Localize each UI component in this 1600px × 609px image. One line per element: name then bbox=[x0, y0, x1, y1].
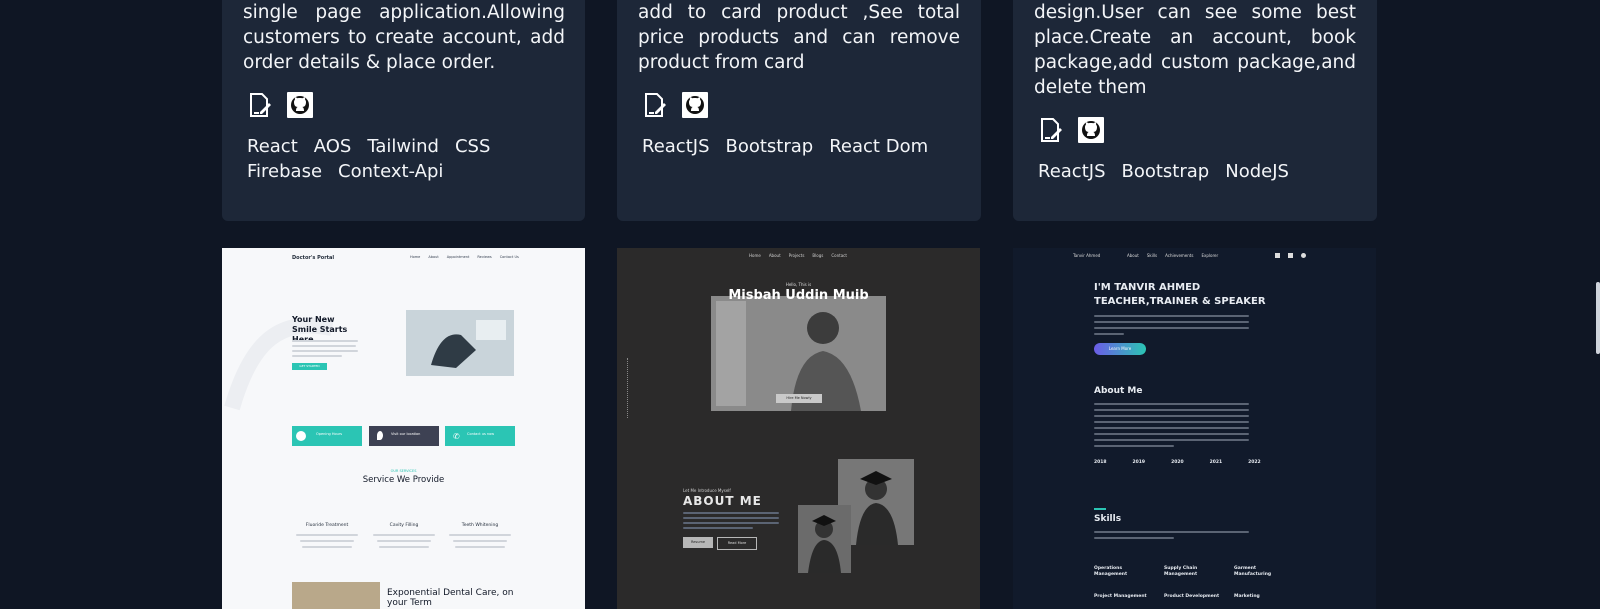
github-icon[interactable] bbox=[1078, 117, 1104, 143]
hire-me-button[interactable]: Hire Me Nowly bbox=[776, 394, 822, 403]
project-thumbnail-portfolio[interactable]: Home About Projects Blogs Contact Hello,… bbox=[617, 248, 980, 609]
social-links bbox=[1275, 253, 1306, 258]
nav-link: Contact bbox=[831, 253, 847, 258]
nav-link: Appointment bbox=[446, 255, 470, 259]
skill-item: Product Development bbox=[1164, 594, 1220, 599]
tech-tags: ReactJS Bootstrap React Dom bbox=[642, 137, 942, 156]
site-logo: Doctor's Portal bbox=[292, 255, 335, 261]
skill-item: Project Management bbox=[1094, 594, 1147, 599]
social-sidebar bbox=[627, 358, 629, 418]
tech-tag: ReactJS bbox=[642, 136, 710, 157]
timeline-year: 2019 bbox=[1132, 460, 1146, 465]
hero-get-started-button[interactable]: GET STARTED bbox=[292, 363, 327, 370]
github-icon[interactable] bbox=[287, 92, 313, 118]
tech-tag: Firebase bbox=[247, 161, 323, 182]
project-card-2: add to card product ,See total price pro… bbox=[617, 0, 981, 221]
hero-line-2: TEACHER,TRAINER & SPEAKER bbox=[1094, 296, 1266, 307]
hero-line-1: I'M TANVIR AHMED bbox=[1094, 282, 1201, 293]
tech-tag: Bootstrap bbox=[725, 136, 814, 157]
timeline-year: 2020 bbox=[1171, 460, 1184, 465]
tech-tag: Context-Api bbox=[338, 161, 444, 182]
nav-link: Reviews bbox=[477, 255, 492, 259]
tech-tag: React Dom bbox=[829, 136, 929, 157]
tech-tag: React bbox=[247, 136, 298, 157]
project-card-1: single page application.Allowing custome… bbox=[222, 0, 585, 221]
info-card-contact: ✆ Contact us now bbox=[445, 426, 515, 446]
dental-care-title: Exponential Dental Care, on your Term bbox=[387, 588, 514, 608]
edit-document-icon[interactable] bbox=[247, 92, 273, 118]
graduation-photo-2 bbox=[798, 505, 851, 573]
project-description: design.User can see some best place.Crea… bbox=[1034, 2, 1356, 98]
timeline-years: 2018 2019 2020 2021 2022 bbox=[1094, 460, 1261, 465]
project-links bbox=[1038, 117, 1104, 143]
twitter-icon[interactable] bbox=[1301, 253, 1306, 258]
service-item: Fluoride Treatment bbox=[305, 523, 349, 528]
site-nav: Home About Projects Blogs Contact bbox=[749, 253, 847, 258]
project-description: single page application.Allowing custome… bbox=[243, 2, 565, 73]
resume-button[interactable]: Resume bbox=[683, 537, 713, 548]
clock-icon bbox=[296, 431, 306, 441]
location-icon bbox=[377, 431, 383, 440]
about-kicker: Let Me Introduce Myself bbox=[683, 488, 731, 493]
timeline-year: 2021 bbox=[1209, 460, 1223, 465]
nav-link: Skills bbox=[1146, 253, 1158, 258]
nav-link: Projects bbox=[788, 253, 805, 258]
dental-care-photo bbox=[292, 582, 380, 609]
nav-link: Achievements bbox=[1165, 253, 1194, 258]
hero-name: Misbah Uddin Muib bbox=[728, 288, 869, 303]
project-thumbnail-doctors-portal[interactable]: Doctor's Portal Home About Appointment R… bbox=[222, 248, 585, 609]
tech-tag: CSS bbox=[454, 136, 491, 157]
dental-chair-photo bbox=[406, 310, 514, 376]
services-kicker: OUR SERVICES bbox=[390, 469, 417, 473]
service-item: Teeth Whitening bbox=[461, 523, 499, 528]
nav-link: Contact Us bbox=[499, 255, 519, 259]
about-title: ABOUT ME bbox=[683, 494, 762, 508]
project-links bbox=[247, 92, 313, 118]
tech-tag: Bootstrap bbox=[1121, 161, 1210, 182]
edit-document-icon[interactable] bbox=[642, 92, 668, 118]
info-card-location: Visit our location bbox=[369, 426, 439, 446]
nav-link: Home bbox=[410, 255, 421, 259]
nav-link: About bbox=[1127, 253, 1139, 258]
hero-greeting: Hello, This is bbox=[785, 282, 812, 287]
nav-link: About bbox=[768, 253, 781, 258]
tech-tags: React AOS Tailwind CSS Firebase Context-… bbox=[247, 137, 547, 181]
skill-item: Operations Management bbox=[1094, 566, 1128, 577]
about-title: About Me bbox=[1094, 386, 1143, 396]
timeline-year: 2018 bbox=[1094, 460, 1107, 465]
page-scrollbar[interactable] bbox=[1596, 282, 1600, 354]
services-title: Service We Provide bbox=[362, 475, 445, 485]
skill-item: Marketing bbox=[1234, 594, 1260, 599]
tech-tag: ReactJS bbox=[1038, 161, 1106, 182]
site-nav: Home About Appointment Reviews Contact U… bbox=[410, 255, 519, 259]
project-links bbox=[642, 92, 708, 118]
github-icon[interactable] bbox=[682, 92, 708, 118]
tech-tag: Tailwind bbox=[367, 136, 439, 157]
tech-tag: NodeJS bbox=[1225, 161, 1289, 182]
learn-more-button[interactable]: Learn More bbox=[1094, 343, 1146, 355]
info-card-hours: Opening Hours bbox=[292, 426, 362, 446]
skills-accent bbox=[1094, 508, 1106, 510]
timeline-year: 2022 bbox=[1248, 460, 1261, 465]
skill-item: Garment Manufacturing bbox=[1234, 566, 1272, 577]
edit-document-icon[interactable] bbox=[1038, 117, 1064, 143]
nav-link: About bbox=[428, 255, 439, 259]
site-logo: Tanvir Ahmed bbox=[1073, 253, 1101, 258]
phone-icon: ✆ bbox=[453, 432, 460, 441]
skills-title: Skills bbox=[1094, 514, 1122, 524]
site-nav: About Skills Achievements Explorer bbox=[1127, 253, 1218, 258]
read-more-button[interactable]: Read More bbox=[717, 537, 757, 550]
project-thumbnail-tanvir-ahmed[interactable]: Tanvir Ahmed About Skills Achievements E… bbox=[1013, 248, 1376, 609]
service-item: Cavity Filling bbox=[389, 523, 419, 528]
project-card-3: design.User can see some best place.Crea… bbox=[1013, 0, 1377, 221]
tech-tag: AOS bbox=[313, 136, 352, 157]
project-description: add to card product ,See total price pro… bbox=[638, 2, 960, 73]
instagram-icon[interactable] bbox=[1288, 253, 1293, 258]
linkedin-icon[interactable] bbox=[1275, 253, 1280, 258]
nav-link: Home bbox=[749, 253, 761, 258]
skill-item: Supply Chain Management bbox=[1164, 566, 1198, 577]
nav-link: Blogs bbox=[812, 253, 824, 258]
tech-tags: ReactJS Bootstrap NodeJS bbox=[1038, 162, 1338, 181]
nav-link: Explorer bbox=[1201, 253, 1219, 258]
